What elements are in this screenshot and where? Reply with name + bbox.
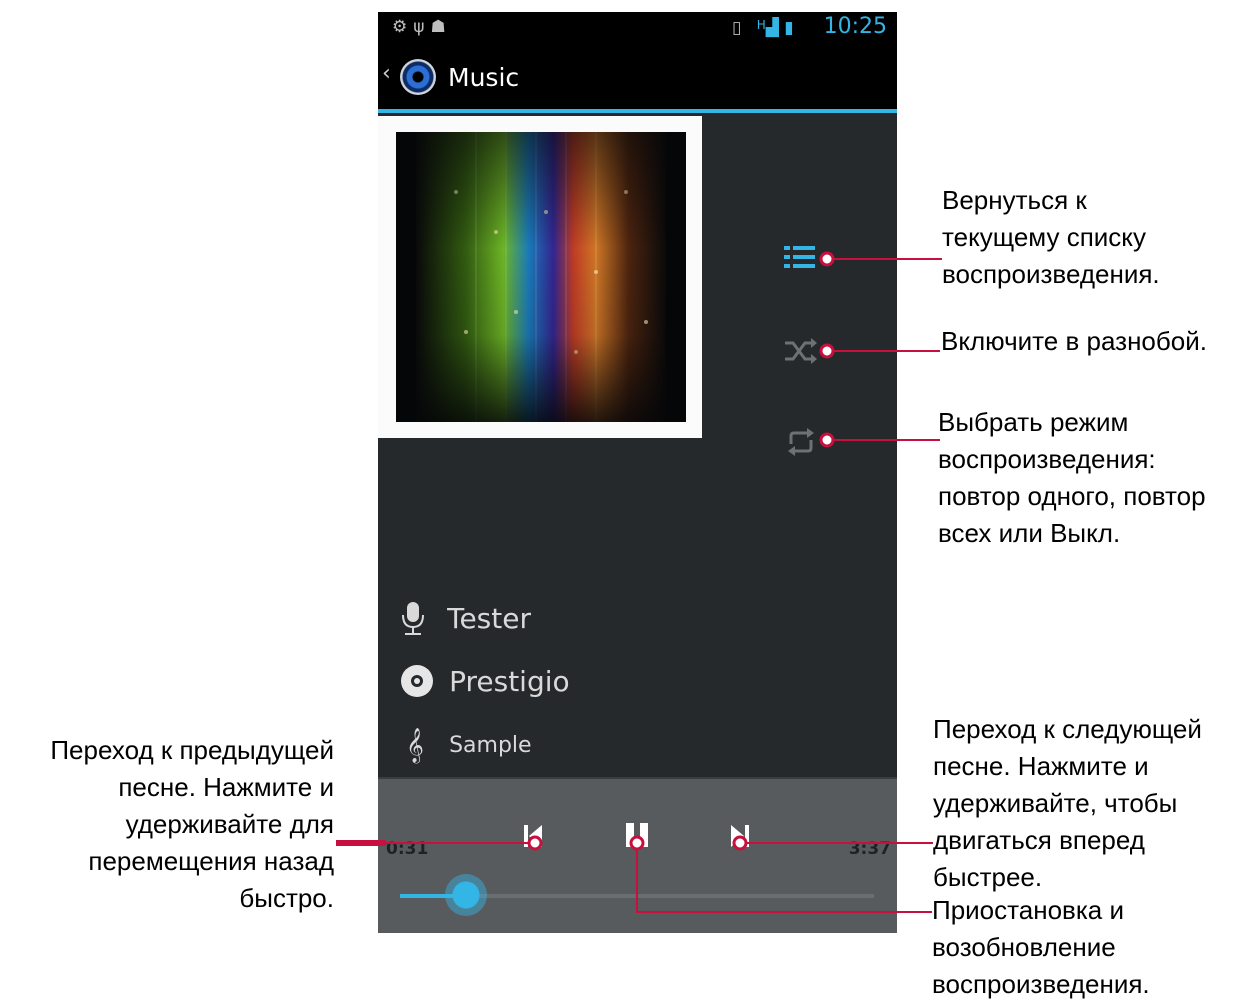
- annotation-line: удерживайте для: [125, 809, 334, 839]
- music-app-icon[interactable]: [400, 59, 436, 95]
- annotation-shuffle: Включите в разнобой.: [941, 323, 1207, 360]
- annotation-line: воспроизведения.: [942, 259, 1160, 289]
- album-disc-icon: [401, 665, 433, 697]
- back-chevron-icon[interactable]: ‹: [382, 61, 391, 86]
- album-name: Prestigio: [449, 664, 570, 698]
- annotation-line: Включите в разнобой.: [941, 326, 1207, 356]
- playlist-icon[interactable]: [784, 244, 816, 272]
- status-right-icons: ▯ H▟ ▮: [732, 18, 794, 38]
- status-left-icons: ⚙ψ☗: [392, 17, 452, 37]
- annotation-line: удерживайте, чтобы: [933, 788, 1178, 818]
- status-bar: ⚙ψ☗ ▯ H▟ ▮ 10:25: [378, 12, 897, 45]
- annotation-previous: Переход к предыдущей песне. Нажмите и уд…: [20, 732, 334, 917]
- title-row: 𝄞 Sample: [400, 728, 532, 763]
- annotation-line: Переход к предыдущей: [50, 735, 334, 765]
- page-title: Music: [448, 63, 520, 92]
- vibrate-icon: ▯: [732, 18, 742, 38]
- annotation-line: двигаться вперед: [933, 825, 1145, 855]
- annotation-line: Приостановка и: [932, 895, 1124, 925]
- seek-bar-thumb[interactable]: [445, 874, 487, 916]
- annotation-line: воспроизведения:: [938, 444, 1156, 474]
- annotation-line: всех или Выкл.: [938, 518, 1121, 548]
- album-art-image: [396, 132, 686, 422]
- pause-button[interactable]: [618, 819, 658, 855]
- microphone-icon: [402, 602, 424, 635]
- total-duration: 3:37: [848, 839, 891, 859]
- annotation-line: быстрее.: [933, 862, 1043, 892]
- next-button[interactable]: [721, 819, 761, 855]
- annotation-next: Переход к следующей песне. Нажмите и уде…: [933, 711, 1202, 896]
- annotation-line: Вернуться к: [942, 185, 1087, 215]
- player-controls-bar: 0:31 3:37: [378, 777, 897, 933]
- previous-button[interactable]: [518, 819, 558, 855]
- artist-row: Tester: [400, 600, 531, 636]
- album-art: [396, 132, 686, 422]
- album-row: Prestigio: [400, 664, 570, 698]
- track-title: Sample: [449, 733, 532, 758]
- annotation-line: возобновление: [932, 932, 1116, 962]
- annotation-repeat: Выбрать режим воспроизведения: повтор од…: [938, 404, 1206, 552]
- annotation-line: перемещения назад: [88, 846, 334, 876]
- album-art-frame[interactable]: [378, 116, 702, 438]
- phone-screen: ⚙ψ☗ ▯ H▟ ▮ 10:25 ‹ Music Tester Prestigi…: [378, 12, 897, 933]
- annotation-line: текущему списку: [942, 222, 1146, 252]
- annotation-line: песне. Нажмите и: [933, 751, 1149, 781]
- repeat-icon[interactable]: [785, 426, 817, 458]
- annotation-pause: Приостановка и возобновление воспроизвед…: [932, 892, 1150, 1003]
- shuffle-icon[interactable]: [783, 338, 817, 364]
- hspa-signal-icon: H▟: [756, 18, 779, 38]
- treble-clef-icon: 𝄞: [406, 728, 424, 763]
- annotation-line: Выбрать режим: [938, 407, 1129, 437]
- artist-name: Tester: [447, 601, 531, 635]
- clock: 10:25: [823, 14, 887, 39]
- settings-icon: ⚙: [392, 17, 414, 37]
- android-debug-icon: ☗: [430, 17, 452, 37]
- annotation-playlist: Вернуться к текущему списку воспроизведе…: [942, 182, 1160, 293]
- action-bar: ‹ Music: [378, 45, 897, 113]
- annotation-line: быстро.: [239, 883, 334, 913]
- elapsed-time: 0:31: [386, 839, 429, 859]
- annotation-line: повтор одного, повтор: [938, 481, 1206, 511]
- annotation-line: песне. Нажмите и: [118, 772, 334, 802]
- annotation-line: Переход к следующей: [933, 714, 1202, 744]
- usb-icon: ψ: [413, 17, 431, 37]
- battery-charging-icon: ▮: [784, 18, 794, 38]
- network-label: H: [756, 18, 766, 32]
- annotation-line: воспроизведения.: [932, 969, 1150, 999]
